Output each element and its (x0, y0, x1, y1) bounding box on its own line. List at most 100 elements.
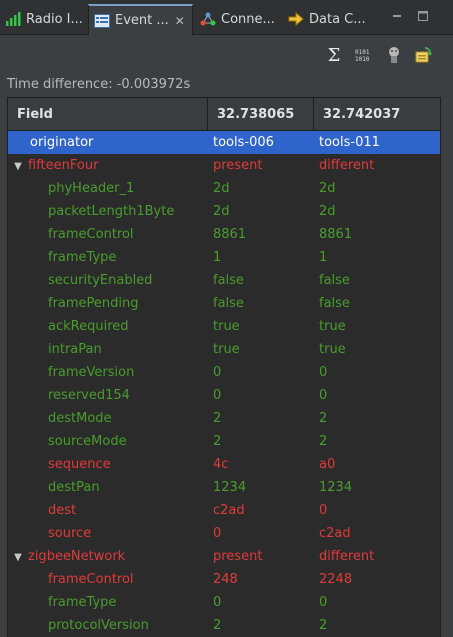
field-name-cell: ▼ zigbeeNetwork (8, 549, 208, 564)
field-name: frameVersion (48, 365, 135, 380)
table-row[interactable]: sourceMode 2 2 (8, 430, 440, 453)
column-header-time-1[interactable]: 32.738065 (208, 98, 314, 130)
value-cell-time-2: 8861 (319, 227, 353, 242)
field-name: dest (48, 503, 77, 518)
field-name: sequence (48, 457, 111, 472)
value-cell-time-2: 0 (319, 595, 328, 610)
table-row[interactable]: originator tools-006 tools-011 (8, 131, 440, 154)
value-cell-time-1: 1234 (213, 480, 247, 495)
connections-icon (199, 10, 217, 28)
export-icon[interactable] (413, 44, 435, 66)
value-cell-time-1: false (213, 273, 244, 288)
field-name: destMode (48, 411, 112, 426)
tab-label: Data C... (309, 11, 366, 27)
value-cell-time-2: 0 (319, 503, 328, 518)
close-icon[interactable]: ✕ (175, 14, 185, 28)
event-list-icon (93, 12, 111, 30)
field-name-cell: destPan (8, 480, 208, 495)
binary-icon[interactable]: 0101 1010 (353, 44, 375, 66)
table-row[interactable]: framePending false false (8, 292, 440, 315)
table-row[interactable]: packetLength1Byte 2d 2d (8, 200, 440, 223)
value-cell-time-1: 2 (213, 411, 222, 426)
sum-icon[interactable]: Σ (323, 44, 345, 66)
value-cell-time-1: 2 (213, 434, 222, 449)
tab-data-capture[interactable]: Data C... (283, 4, 367, 34)
value-cell-time-2: true (319, 342, 346, 357)
table-row[interactable]: frameType 1 1 (8, 246, 440, 269)
table-row[interactable]: protocolVersion 2 2 (8, 614, 440, 637)
field-name: sourceMode (48, 434, 127, 449)
table-header: Field 32.738065 32.742037 (8, 98, 440, 131)
value-cell-time-1: false (213, 296, 244, 311)
value-cell-time-2: 2248 (319, 572, 353, 587)
table-row[interactable]: ▼ fifteenFour present different (8, 154, 440, 177)
table-row[interactable]: frameControl 248 2248 (8, 568, 440, 591)
field-name-cell: dest (8, 503, 208, 518)
value-cell-time-1: 0 (213, 526, 222, 541)
table-row[interactable]: source 0 c2ad (8, 522, 440, 545)
value-cell-time-1: tools-006 (213, 135, 274, 150)
value-cell-time-2: 2d (319, 204, 336, 219)
value-cell-time-1: 4c (213, 457, 229, 472)
value-cell-time-1: 2d (213, 181, 230, 196)
value-cell-time-1: present (213, 158, 263, 173)
value-cell-time-2: 2 (319, 618, 328, 633)
decode-icon[interactable] (383, 44, 405, 66)
signal-bars-icon (4, 10, 22, 28)
field-name-cell: ackRequired (8, 319, 208, 334)
value-cell-time-2: 2 (319, 411, 328, 426)
field-name: destPan (48, 480, 100, 495)
field-name: fifteenFour (28, 158, 99, 173)
field-name-cell: originator (8, 135, 208, 150)
value-cell-time-1: 8861 (213, 227, 247, 242)
table-row[interactable]: ackRequired true true (8, 315, 440, 338)
table-row[interactable]: securityEnabled false false (8, 269, 440, 292)
field-name: source (48, 526, 92, 541)
tab-label: Event ... (115, 13, 169, 28)
value-cell-time-2: true (319, 319, 346, 334)
table-row[interactable]: frameControl 8861 8861 (8, 223, 440, 246)
field-name-cell: frameType (8, 595, 208, 610)
table-row[interactable]: phyHeader_1 2d 2d (8, 177, 440, 200)
field-name-cell: intraPan (8, 342, 208, 357)
view-toolbar: Σ 0101 1010 (323, 42, 435, 68)
value-cell-time-2: 1234 (319, 480, 353, 495)
field-name-cell: source (8, 526, 208, 541)
value-cell-time-1: 0 (213, 365, 222, 380)
expand-toggle-icon[interactable]: ▼ (11, 552, 25, 563)
field-name: phyHeader_1 (48, 181, 135, 196)
minimize-icon[interactable] (391, 10, 403, 22)
table-row[interactable]: frameVersion 0 0 (8, 361, 440, 384)
maximize-icon[interactable] (417, 10, 429, 22)
table-row[interactable]: frameType 0 0 (8, 591, 440, 614)
tab-event[interactable]: Event ... ✕ (88, 4, 193, 35)
table-row[interactable]: sequence 4c a0 (8, 453, 440, 476)
field-name-cell: sequence (8, 457, 208, 472)
field-name: intraPan (48, 342, 102, 357)
value-cell-time-1: true (213, 319, 240, 334)
table-row[interactable]: ▼ zigbeeNetwork present different (8, 545, 440, 568)
field-name-cell: protocolVersion (8, 618, 208, 633)
field-name-cell: destMode (8, 411, 208, 426)
value-cell-time-2: 2d (319, 181, 336, 196)
value-cell-time-2: false (319, 296, 350, 311)
table-row[interactable]: dest c2ad 0 (8, 499, 440, 522)
table-row[interactable]: destPan 1234 1234 (8, 476, 440, 499)
value-cell-time-1: 2 (213, 618, 222, 633)
value-cell-time-1: 0 (213, 388, 222, 403)
field-name: frameType (48, 595, 117, 610)
column-header-field[interactable]: Field (8, 98, 208, 130)
value-cell-time-2: 2 (319, 434, 328, 449)
tab-connections[interactable]: Conne... (195, 4, 281, 34)
expand-toggle-icon[interactable]: ▼ (11, 161, 25, 172)
table-row[interactable]: reserved154 0 0 (8, 384, 440, 407)
column-header-time-2[interactable]: 32.742037 (314, 98, 440, 130)
table-row[interactable]: intraPan true true (8, 338, 440, 361)
tab-radio-info[interactable]: Radio I... (0, 4, 88, 34)
table-row[interactable]: destMode 2 2 (8, 407, 440, 430)
field-name-cell: phyHeader_1 (8, 181, 208, 196)
value-cell-time-1: true (213, 342, 240, 357)
value-cell-time-2: 0 (319, 388, 328, 403)
field-name-cell: frameControl (8, 227, 208, 242)
field-name: frameControl (48, 227, 134, 242)
